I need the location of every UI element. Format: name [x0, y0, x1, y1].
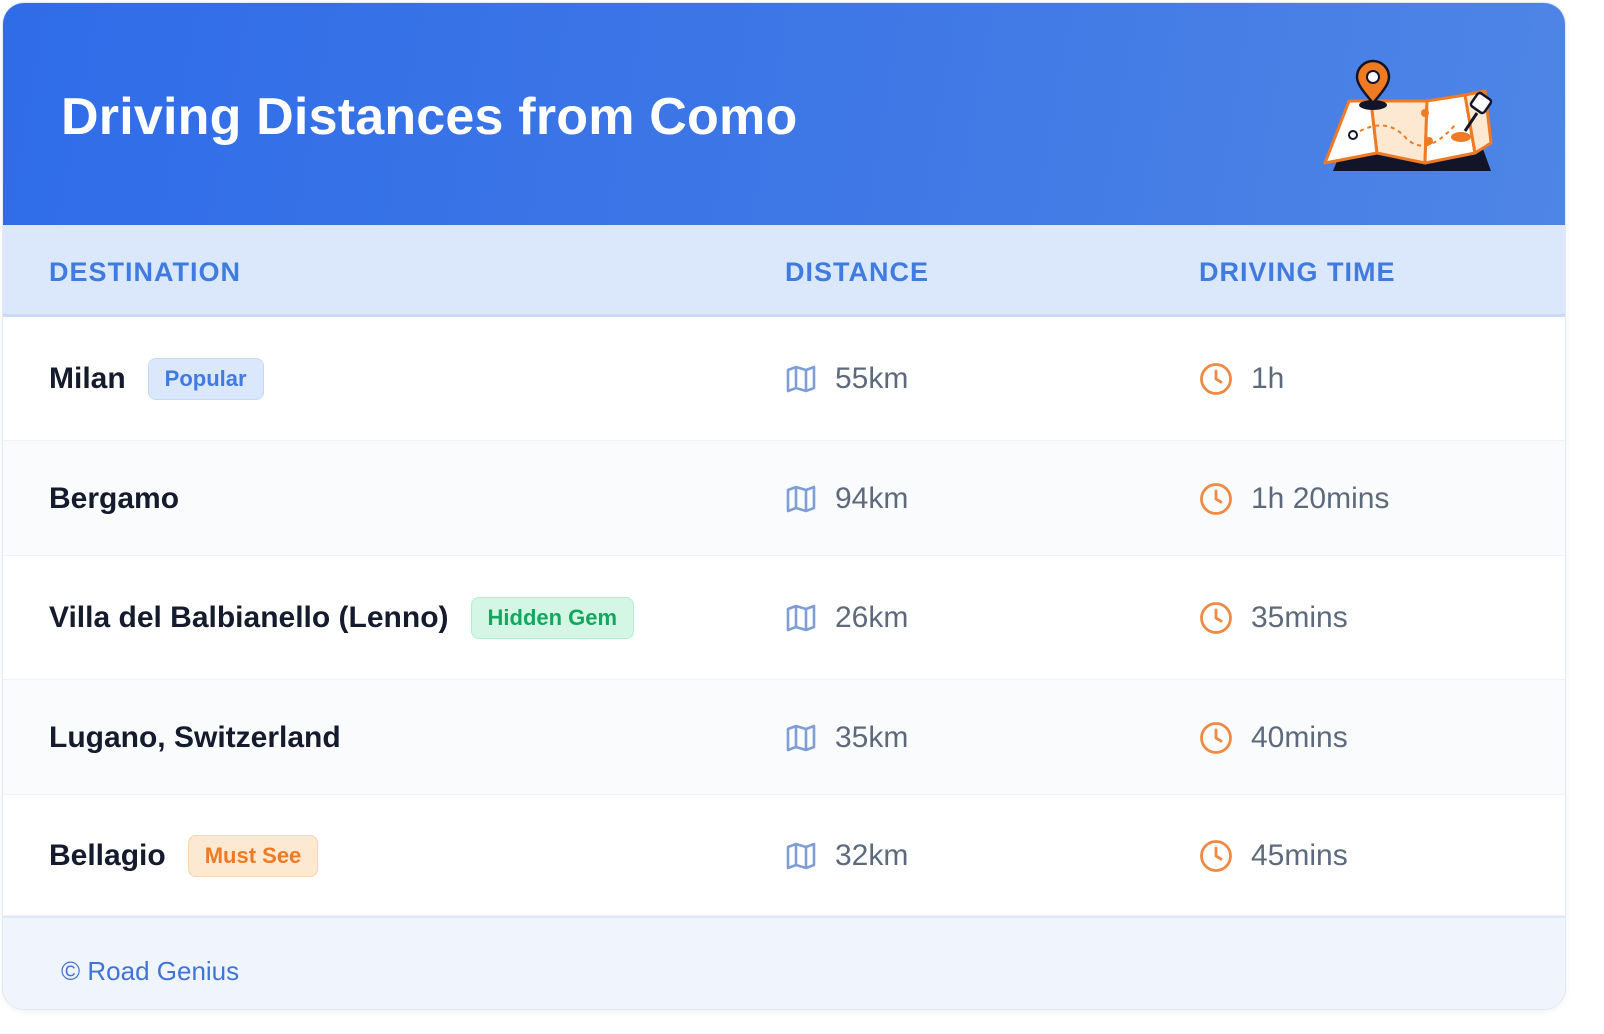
distance-cell: 55km: [785, 362, 908, 396]
table-row: Villa del Balbianello (Lenno) Hidden Gem 2…: [3, 556, 1565, 680]
destination-name: Lugano, Switzerland: [49, 721, 341, 754]
distance-cell: 32km: [785, 839, 908, 873]
driving-time-value: 1h: [1251, 362, 1285, 395]
destination-cell: Lugano, Switzerland: [49, 717, 341, 759]
distance-value: 32km: [835, 839, 909, 872]
driving-time-cell: 40mins: [1199, 721, 1348, 755]
map-icon: [786, 842, 816, 870]
map-icon: [786, 604, 816, 632]
table-row: Bellagio Must See 32km 45mins: [3, 795, 1565, 916]
destination-name: Villa del Balbianello (Lenno): [49, 601, 449, 634]
column-header-destination: DESTINATION: [49, 257, 241, 287]
driving-time-value: 40mins: [1251, 721, 1348, 754]
column-header-distance: DISTANCE: [785, 257, 930, 287]
driving-time-cell: 1h 20mins: [1199, 482, 1389, 516]
copyright-text: © Road Genius: [61, 956, 240, 986]
distance-cell: 94km: [785, 482, 908, 516]
column-header-driving-time: DRIVING TIME: [1199, 257, 1396, 287]
driving-time-value: 45mins: [1251, 839, 1348, 872]
distance-value: 26km: [835, 601, 909, 634]
destination-cell: Bellagio Must See: [49, 835, 319, 877]
table-header: DESTINATION DISTANCE DRIVING TIME: [3, 225, 1565, 317]
clock-icon: [1200, 602, 1232, 634]
destination-name: Bellagio: [49, 839, 166, 872]
map-icon: [786, 485, 816, 513]
clock-icon: [1200, 840, 1232, 872]
status-badge: Must See: [187, 835, 319, 877]
destination-name: Bergamo: [49, 482, 180, 515]
table-row: Milan Popular 55km 1h: [3, 317, 1565, 441]
destination-cell: Bergamo: [49, 478, 179, 520]
destination-cell: Milan Popular: [49, 358, 264, 400]
distance-value: 35km: [835, 721, 909, 754]
table-row: Bergamo 94km 1h 20mins: [3, 441, 1565, 556]
distance-card: Driving Distances from Como DESTINATION …: [2, 2, 1566, 1010]
card-header: Driving Distances from Como: [3, 3, 1565, 225]
status-badge: Hidden Gem: [470, 597, 635, 639]
clock-icon: [1200, 483, 1232, 515]
clock-icon: [1200, 363, 1232, 395]
page-title: Driving Distances from Como: [61, 88, 798, 146]
folded-map-with-pin-icon: [1323, 59, 1493, 171]
distance-value: 94km: [835, 482, 909, 515]
driving-time-cell: 1h: [1199, 362, 1284, 396]
driving-time-value: 35mins: [1251, 601, 1348, 634]
destination-cell: Villa del Balbianello (Lenno) Hidden Gem: [49, 597, 635, 639]
destination-name: Milan: [49, 362, 126, 395]
driving-time-cell: 45mins: [1199, 839, 1348, 873]
table-row: Lugano, Switzerland 35km 40mins: [3, 680, 1565, 795]
distance-value: 55km: [835, 362, 909, 395]
status-badge: Popular: [147, 358, 264, 400]
distance-cell: 26km: [785, 601, 908, 635]
map-icon: [786, 365, 816, 393]
driving-time-value: 1h 20mins: [1251, 482, 1390, 515]
card-footer: © Road Genius: [3, 916, 1565, 1009]
driving-time-cell: 35mins: [1199, 601, 1348, 635]
clock-icon: [1200, 722, 1232, 754]
map-icon: [786, 724, 816, 752]
distance-cell: 35km: [785, 721, 908, 755]
